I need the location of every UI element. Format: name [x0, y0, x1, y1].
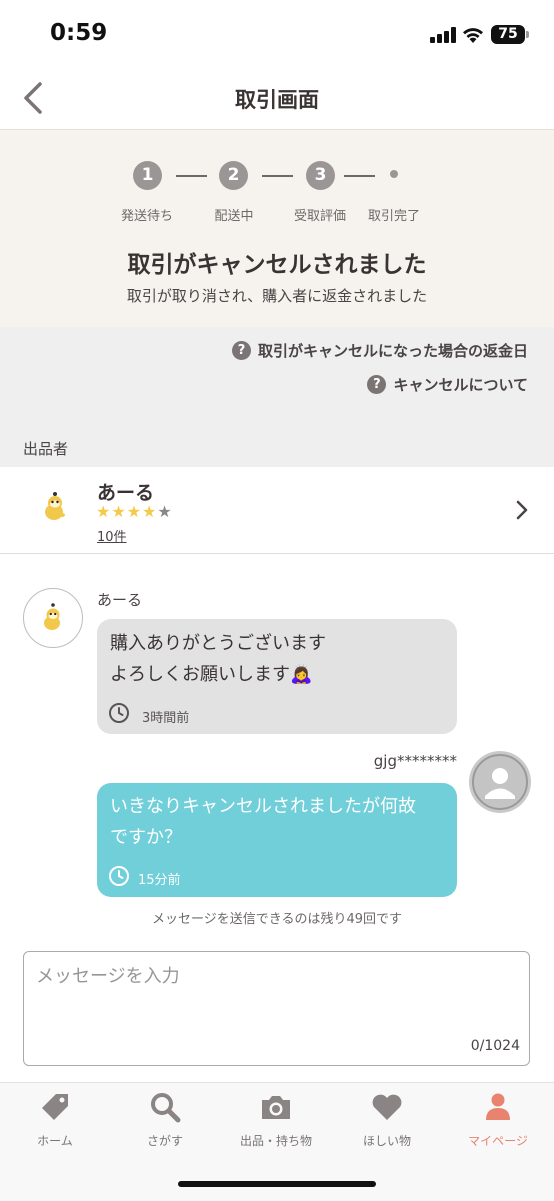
tab-home[interactable]: ホーム [0, 1090, 110, 1149]
question-icon: ? [367, 375, 387, 394]
cancel-about-help-link[interactable]: ? キャンセルについて [367, 374, 528, 395]
star-icon: ★ [111, 502, 127, 521]
star-icon: ★ [96, 502, 112, 521]
message-line: いきなりキャンセルされましたが何故 [110, 796, 416, 817]
message-line: よろしくお願いします🙇‍♀️ [110, 664, 313, 685]
step-connector [344, 175, 375, 177]
message-line: 購入ありがとうございます [110, 633, 326, 654]
seller-rating-stars: ★★★★★ [96, 502, 173, 521]
tab-sell[interactable]: 出品・持ち物 [221, 1090, 331, 1149]
seller-name: あーる [97, 482, 155, 504]
step-4-dot [390, 170, 398, 178]
question-icon: ? [231, 341, 251, 360]
message-sender: あーる [97, 591, 143, 609]
step-2-label: 配送中 [214, 209, 254, 224]
tab-label: ホーム [37, 1134, 73, 1148]
buyer-message-avatar [469, 751, 531, 813]
battery-icon: 75 [491, 25, 525, 44]
tab-wishlist[interactable]: ほしい物 [332, 1090, 442, 1149]
step-connector [176, 175, 207, 177]
help-link-label: 取引がキャンセルになった場合の返金日 [257, 342, 528, 360]
clock-icon [109, 703, 129, 723]
help-link-label: キャンセルについて [393, 376, 528, 394]
star-icon: ★ [142, 502, 158, 521]
battery-tip [526, 31, 529, 38]
star-icon: ★ [157, 502, 173, 521]
chevron-right-icon [516, 500, 528, 520]
tab-mypage[interactable]: マイページ [443, 1090, 553, 1149]
seller-message-avatar [23, 588, 83, 648]
step-2-circle: 2 [219, 161, 248, 190]
seller-avatar [45, 492, 65, 520]
message-line: ですか？ [110, 827, 182, 848]
star-icon: ★ [126, 502, 143, 521]
refund-date-help-link[interactable]: ? 取引がキャンセルになった場合の返金日 [231, 340, 528, 361]
camera-icon [262, 1096, 290, 1119]
step-1-label: 発送待ち [120, 209, 173, 224]
seller-section-label: 出品者 [23, 440, 69, 458]
step-4-label: 取引完了 [367, 209, 420, 224]
tab-search[interactable]: さがす [110, 1090, 220, 1149]
message-time: 3時間前 [142, 711, 190, 726]
tab-label: 出品・持ち物 [239, 1134, 312, 1148]
step-1-circle: 1 [133, 161, 162, 190]
cancel-status-title: 取引がキャンセルされました [127, 252, 427, 278]
status-time: 0:59 [50, 20, 108, 46]
step-3-circle: 3 [306, 161, 335, 190]
tab-label: さがす [146, 1134, 183, 1148]
tag-icon [42, 1094, 68, 1120]
clock-icon [109, 866, 129, 886]
review-count-link[interactable]: 10件 [97, 526, 127, 545]
remaining-messages-notice: メッセージを送信できるのは残り49回です [151, 912, 403, 927]
page-title: 取引画面 [235, 88, 319, 112]
seller-row[interactable] [0, 467, 554, 554]
message-text: いきなりキャンセルされましたが何故 ですか？ [110, 791, 450, 853]
message-sender: gjg******** [373, 752, 457, 770]
home-indicator [178, 1181, 376, 1187]
message-time: 15分前 [138, 873, 181, 888]
message-input[interactable] [23, 951, 530, 1066]
heart-icon [372, 1094, 402, 1120]
step-connector [262, 175, 293, 177]
person-icon [486, 1093, 510, 1120]
char-counter: 0/1024 [470, 1038, 520, 1054]
wifi-icon [463, 28, 483, 43]
search-icon [151, 1093, 181, 1123]
cancel-status-subtitle: 取引が取り消され、購入者に返金されました [126, 287, 428, 305]
step-3-label: 受取評価 [293, 209, 346, 224]
cellular-signal-icon [430, 27, 456, 43]
message-text: 購入ありがとうございます よろしくお願いします🙇‍♀️ [110, 628, 450, 690]
tab-label: マイページ [468, 1134, 528, 1148]
tab-label: ほしい物 [362, 1134, 411, 1148]
